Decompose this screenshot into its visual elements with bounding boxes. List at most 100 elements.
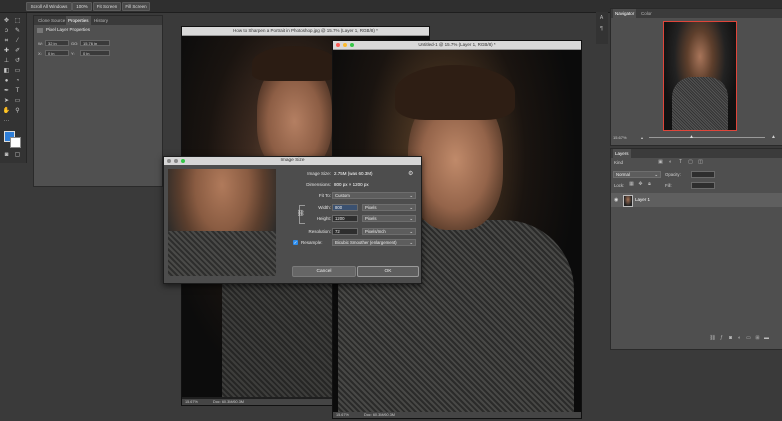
fill-screen-button[interactable]: Fill Screen bbox=[122, 2, 150, 11]
minimize-button[interactable] bbox=[343, 43, 347, 47]
trash-icon[interactable]: ▬ bbox=[763, 335, 770, 342]
layer-row[interactable]: ◉ Layer 1 bbox=[611, 193, 782, 207]
filter-shape-icon[interactable]: ▢ bbox=[687, 159, 694, 166]
doc1-zoom[interactable]: 15.67% bbox=[185, 400, 198, 404]
layers-tabs: Layers bbox=[611, 149, 782, 158]
kind-filter[interactable]: Kind bbox=[614, 160, 623, 165]
zoom-100-button[interactable]: 100% bbox=[72, 2, 92, 11]
shape-tool-icon[interactable]: ▭ bbox=[13, 97, 22, 105]
fx-icon[interactable]: ƒ bbox=[718, 335, 725, 342]
stamp-tool-icon[interactable]: ⊥ bbox=[2, 57, 11, 65]
new-layer-icon[interactable]: ⊞ bbox=[754, 335, 761, 342]
marquee-tool-icon[interactable]: ⬚ bbox=[13, 17, 22, 25]
scroll-all-windows-checkbox[interactable]: Scroll All Windows bbox=[26, 2, 72, 11]
eyedropper-tool-icon[interactable]: ⁄ bbox=[13, 37, 22, 45]
resample-checkbox[interactable]: ✓ bbox=[293, 240, 298, 245]
paragraph-panel-icon[interactable]: ¶ bbox=[598, 26, 605, 33]
brush-tool-icon[interactable]: ✐ bbox=[13, 47, 22, 55]
opacity-field[interactable] bbox=[691, 171, 715, 178]
filter-pixel-icon[interactable]: ▣ bbox=[657, 159, 664, 166]
layer-thumbnail bbox=[623, 195, 633, 207]
close-button[interactable] bbox=[336, 43, 340, 47]
tab-clone-source[interactable]: Clone Source bbox=[36, 16, 67, 25]
filter-type-icon[interactable]: T bbox=[677, 159, 684, 166]
zoom-button[interactable] bbox=[350, 43, 354, 47]
zoom-slider-track[interactable] bbox=[649, 137, 765, 138]
visibility-eye-icon[interactable]: ◉ bbox=[614, 197, 618, 203]
tab-navigator[interactable]: Navigator bbox=[613, 9, 637, 18]
mask-icon[interactable]: ◙ bbox=[727, 335, 734, 342]
cancel-button[interactable]: Cancel bbox=[292, 266, 356, 277]
path-select-tool-icon[interactable]: ➤ bbox=[2, 97, 11, 105]
resolution-label: Resolution: bbox=[308, 229, 331, 234]
navigator-tabs: Navigator Color bbox=[611, 9, 782, 18]
background-color-swatch[interactable] bbox=[10, 137, 21, 148]
quick-mask-icon[interactable]: ◙ bbox=[2, 151, 11, 159]
dodge-tool-icon[interactable]: ◔ bbox=[13, 77, 22, 85]
folder-icon[interactable]: ▭ bbox=[745, 335, 752, 342]
dialog-minimize-button[interactable] bbox=[174, 159, 178, 163]
hand-tool-icon[interactable]: ✋ bbox=[2, 107, 11, 115]
lock-all-icon[interactable]: 🔒︎ bbox=[646, 181, 653, 188]
doc1-title[interactable]: How to Sharpen a Portrait in Photoshop.j… bbox=[182, 27, 429, 36]
link-layers-icon[interactable]: ⛓ bbox=[709, 335, 716, 342]
go-field[interactable]: 15.76 in bbox=[80, 40, 110, 46]
fit-to-select[interactable]: Custom ⌄ bbox=[332, 192, 416, 199]
preview-image[interactable] bbox=[168, 169, 276, 276]
fit-screen-button[interactable]: Fit Screen bbox=[93, 2, 121, 11]
x-field[interactable]: 0 in bbox=[45, 50, 69, 56]
blur-tool-icon[interactable]: ● bbox=[2, 77, 11, 85]
x-label: X: bbox=[38, 51, 42, 56]
adjustment-icon[interactable]: ◐ bbox=[736, 335, 743, 342]
gradient-tool-icon[interactable]: ▭ bbox=[13, 67, 22, 75]
height-input[interactable]: 1200 bbox=[332, 215, 358, 222]
dialog-title: Image Size bbox=[280, 158, 305, 163]
navigator-zoom[interactable]: 15.67% bbox=[613, 135, 627, 140]
dialog-close-button[interactable] bbox=[167, 159, 171, 163]
screen-mode-icon[interactable]: ▢ bbox=[13, 151, 22, 159]
chevron-down-icon: ⌄ bbox=[409, 229, 413, 234]
blend-mode-select[interactable]: Normal ⌄ bbox=[613, 171, 661, 178]
zoom-slider-thumb[interactable]: ▲ bbox=[689, 134, 694, 140]
tab-color[interactable]: Color bbox=[639, 9, 654, 18]
layer-name[interactable]: Layer 1 bbox=[635, 197, 650, 202]
width-input[interactable]: 800 bbox=[332, 204, 358, 211]
pen-tool-icon[interactable]: ✒ bbox=[2, 87, 11, 95]
doc2-title-bar[interactable]: Untitled-1 @ 15.7% (Layer 1, RGB/8) * bbox=[333, 41, 581, 50]
lock-position-icon[interactable]: ✥ bbox=[637, 181, 644, 188]
type-tool-icon[interactable]: T bbox=[13, 87, 22, 95]
resample-select[interactable]: Bicubic Smoother (enlargement) ⌄ bbox=[332, 239, 416, 246]
resolution-input[interactable]: 72 bbox=[332, 228, 358, 235]
chevron-down-icon: ⌄ bbox=[409, 216, 413, 221]
w-field[interactable]: 32 in bbox=[45, 40, 69, 46]
dialog-zoom-button[interactable] bbox=[181, 159, 185, 163]
history-brush-tool-icon[interactable]: ↺ bbox=[13, 57, 22, 65]
fill-field[interactable] bbox=[691, 182, 715, 189]
filter-adjust-icon[interactable]: ◐ bbox=[667, 159, 674, 166]
healing-tool-icon[interactable]: ✚ bbox=[2, 47, 11, 55]
width-unit-select[interactable]: Pixels ⌄ bbox=[362, 204, 416, 211]
tab-properties[interactable]: Properties bbox=[66, 16, 91, 25]
character-panel-icon[interactable]: A bbox=[598, 15, 605, 22]
y-field[interactable]: 0 in bbox=[80, 50, 110, 56]
tab-history[interactable]: History bbox=[92, 16, 110, 25]
ok-button[interactable]: OK bbox=[357, 266, 419, 277]
doc2-zoom[interactable]: 15.67% bbox=[336, 413, 349, 417]
navigator-thumbnail[interactable] bbox=[663, 21, 737, 131]
lasso-tool-icon[interactable]: ↄ bbox=[2, 27, 11, 35]
zoom-out-icon[interactable]: ▴ bbox=[641, 135, 646, 140]
dialog-title-bar[interactable]: Image Size bbox=[164, 157, 421, 165]
zoom-in-icon[interactable]: ▲ bbox=[771, 134, 776, 140]
filter-smart-icon[interactable]: ◫ bbox=[697, 159, 704, 166]
tab-layers[interactable]: Layers bbox=[613, 149, 631, 158]
lock-pixels-icon[interactable]: ▦ bbox=[628, 181, 635, 188]
move-tool-icon[interactable]: ✥ bbox=[2, 17, 11, 25]
zoom-tool-icon[interactable]: ⚲ bbox=[13, 107, 22, 115]
quick-select-tool-icon[interactable]: ✎ bbox=[13, 27, 22, 35]
resolution-unit-select[interactable]: Pixels/Inch ⌄ bbox=[362, 228, 416, 235]
crop-tool-icon[interactable]: ⌗ bbox=[2, 37, 11, 45]
gear-icon[interactable]: ⚙ bbox=[408, 170, 413, 177]
height-unit-select[interactable]: Pixels ⌄ bbox=[362, 215, 416, 222]
more-tools-icon[interactable]: ··· bbox=[2, 117, 11, 125]
eraser-tool-icon[interactable]: ◧ bbox=[2, 67, 11, 75]
